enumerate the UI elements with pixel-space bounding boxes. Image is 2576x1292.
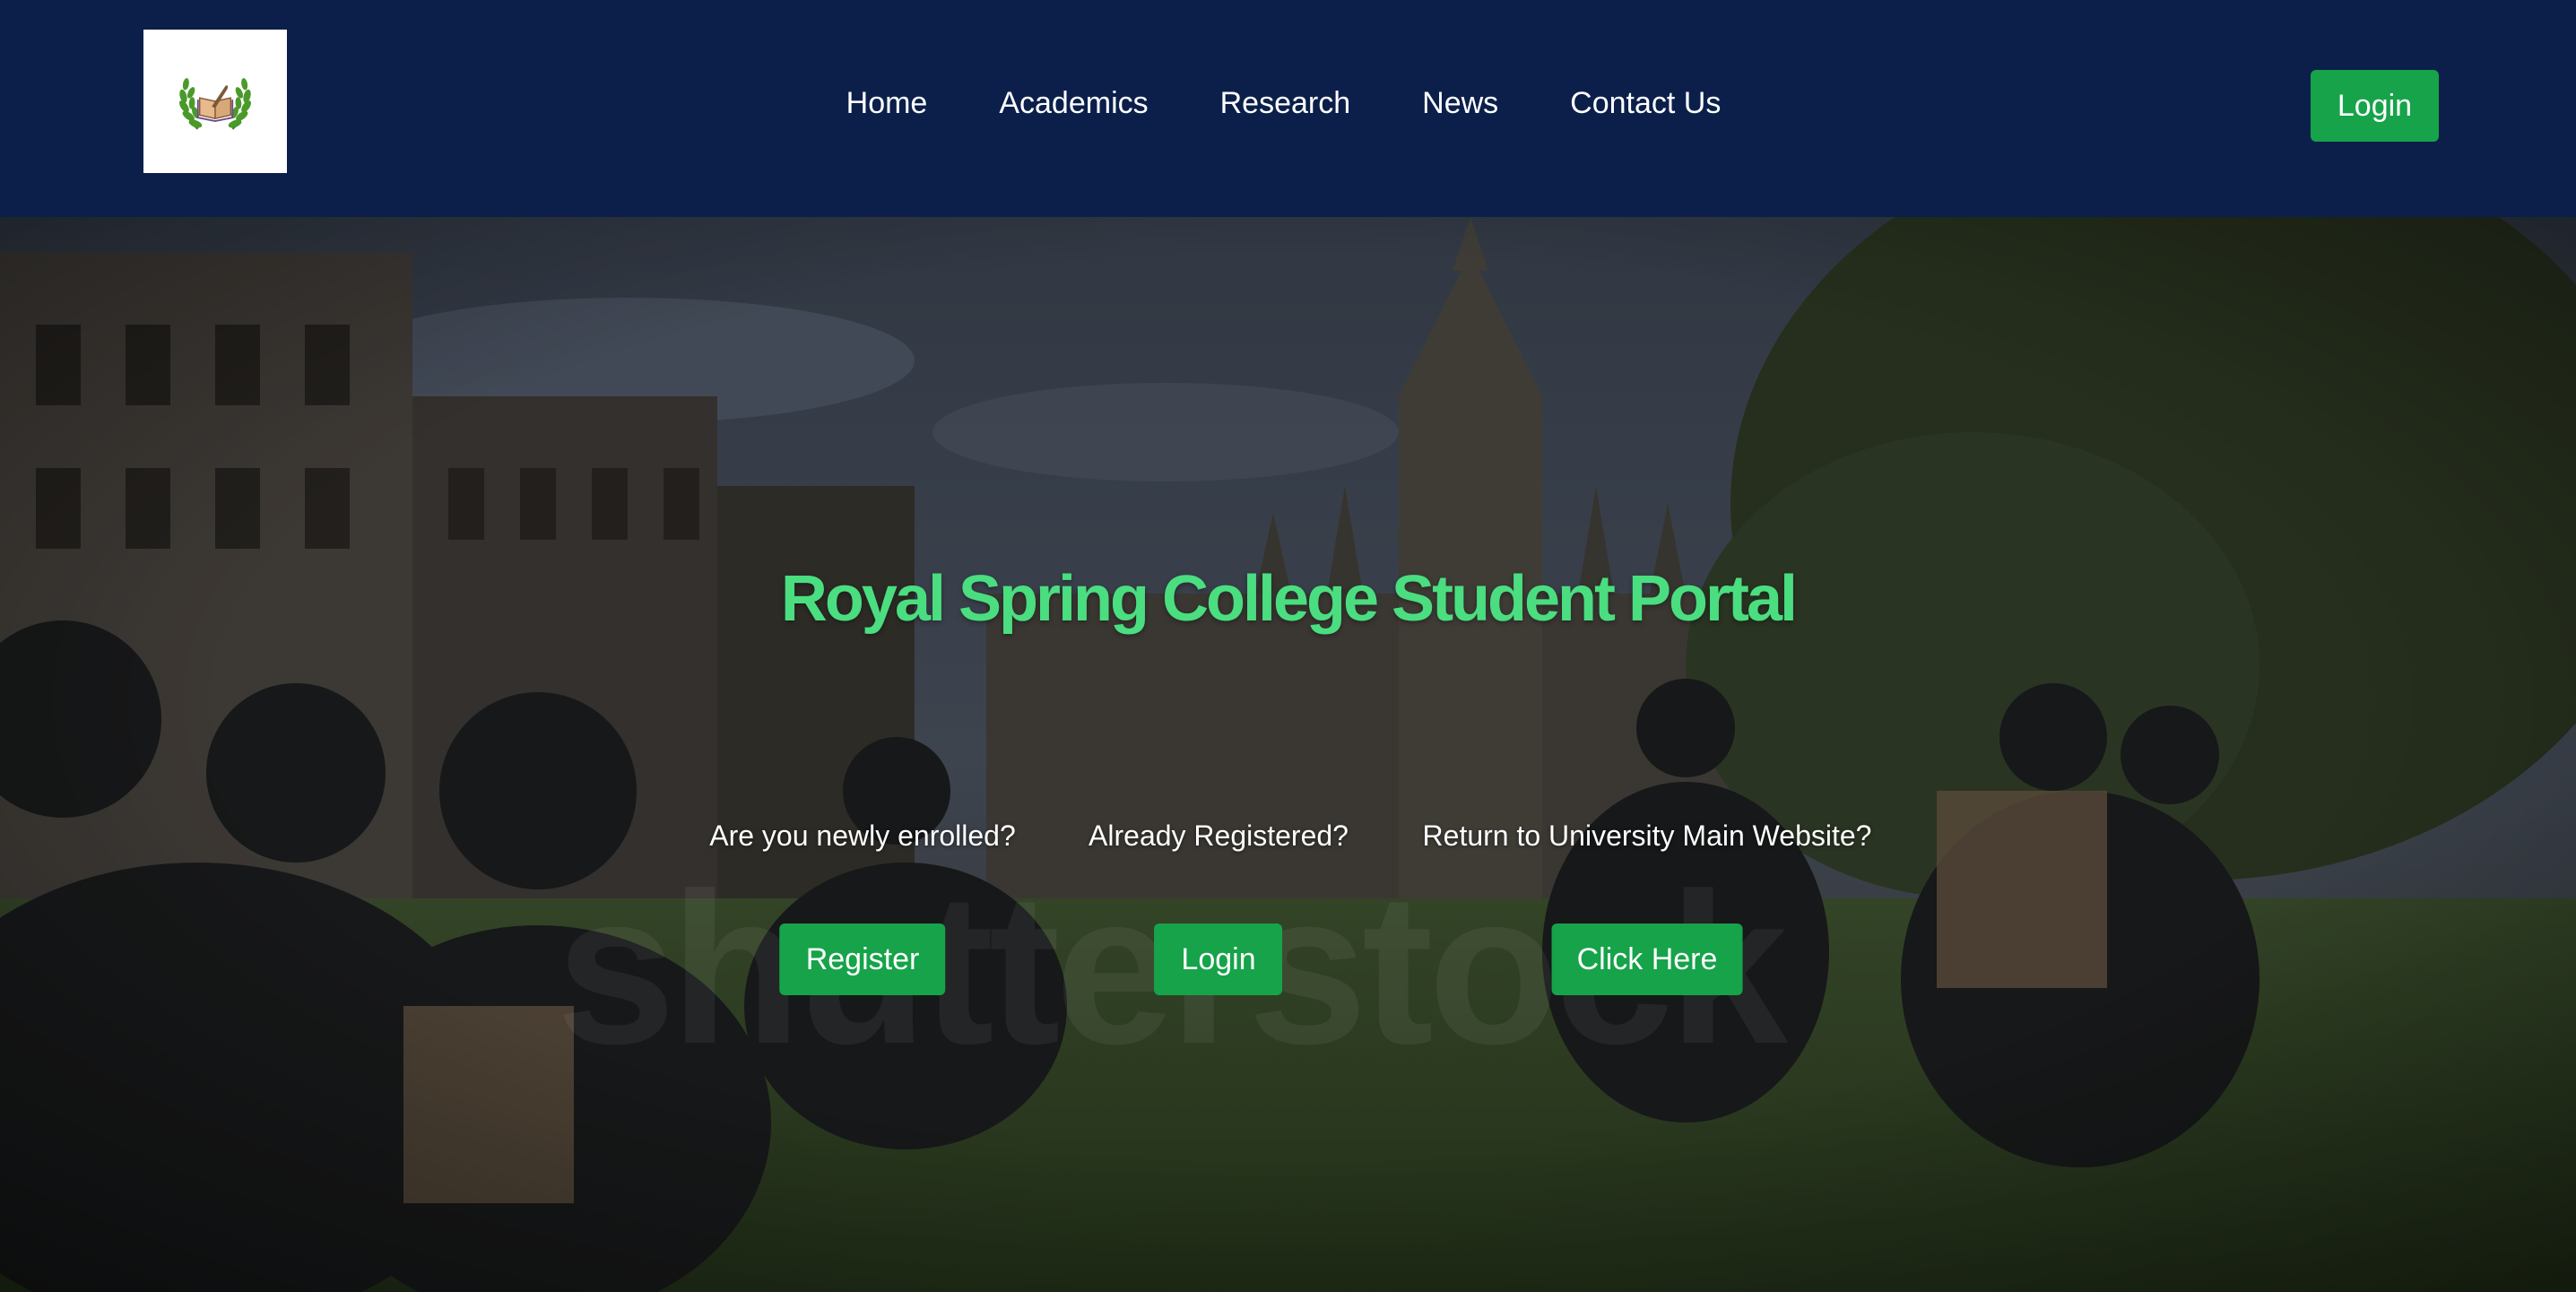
- nav-news[interactable]: News: [1422, 86, 1498, 121]
- hero-dark-overlay: [0, 217, 2576, 1292]
- laurel-wreath-book-icon: [179, 78, 251, 130]
- page: Home Academics Research News Contact Us …: [0, 0, 2576, 1292]
- cta-main-website-group: Return to University Main Website? Click…: [1422, 818, 1872, 995]
- cta-register-group: Are you newly enrolled? Register: [709, 818, 1016, 995]
- hero-section: shutterstock Royal Spring College Studen…: [0, 217, 2576, 1292]
- nav-research[interactable]: Research: [1220, 86, 1351, 121]
- header-login-button[interactable]: Login: [2311, 70, 2439, 142]
- register-button[interactable]: Register: [779, 923, 946, 995]
- newly-enrolled-question: Are you newly enrolled?: [709, 819, 1016, 852]
- already-registered-question: Already Registered?: [1089, 819, 1349, 852]
- cta-login-group: Already Registered? Login: [1089, 818, 1349, 995]
- main-nav: Home Academics Research News Contact Us: [0, 0, 2576, 206]
- site-header: Home Academics Research News Contact Us …: [0, 0, 2576, 217]
- site-logo[interactable]: [143, 30, 287, 173]
- hero-login-button[interactable]: Login: [1154, 923, 1283, 995]
- portal-title: Royal Spring College Student Portal: [780, 563, 1798, 635]
- nav-home[interactable]: Home: [846, 86, 928, 121]
- nav-academics[interactable]: Academics: [999, 86, 1148, 121]
- click-here-button[interactable]: Click Here: [1551, 923, 1743, 995]
- main-website-question: Return to University Main Website?: [1422, 819, 1872, 852]
- nav-contact-us[interactable]: Contact Us: [1570, 86, 1721, 121]
